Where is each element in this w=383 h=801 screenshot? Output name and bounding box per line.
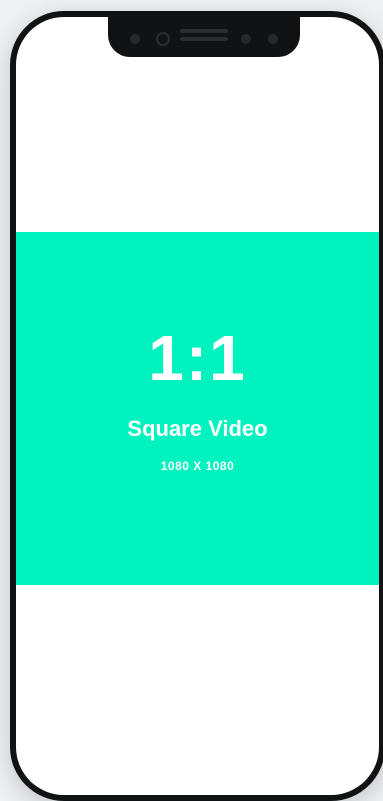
video-format-title: Square Video — [127, 416, 268, 441]
phone-notch — [108, 17, 300, 57]
speaker-grille-icon — [180, 37, 228, 41]
sensor-icon — [268, 34, 278, 44]
phone-mockup: 1:1 Square Video 1080 X 1080 — [10, 11, 383, 801]
speaker-grille-icon — [180, 29, 228, 33]
sensor-icon — [241, 34, 251, 44]
sensor-icon — [130, 34, 140, 44]
square-video-preview: 1:1 Square Video 1080 X 1080 — [16, 232, 379, 585]
video-dimensions: 1080 X 1080 — [160, 459, 235, 473]
camera-icon — [156, 32, 170, 46]
aspect-ratio-label: 1:1 — [148, 322, 247, 394]
phone-screen: 1:1 Square Video 1080 X 1080 — [16, 17, 379, 795]
